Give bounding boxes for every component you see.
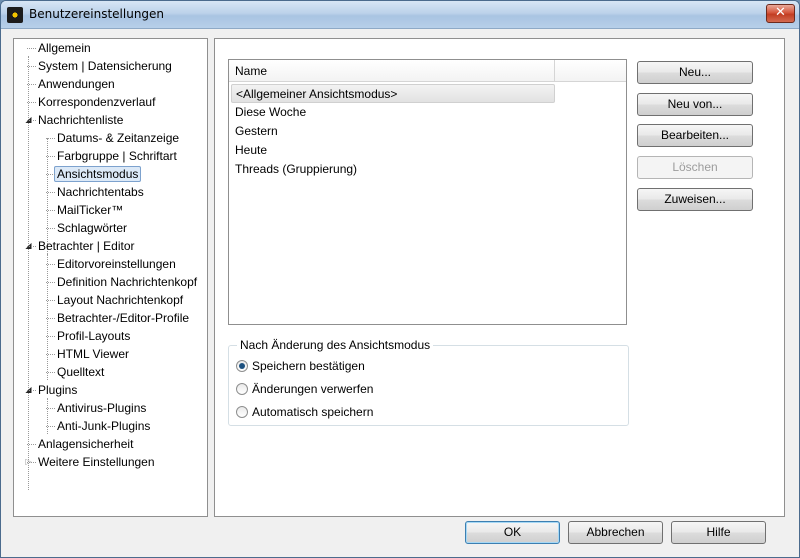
tree-item-label: Betrachter | Editor [38,239,135,253]
tree-line-betrachter [47,254,48,380]
tree-item-label: HTML Viewer [57,347,130,361]
view-mode-list[interactable]: Name <Allgemeiner Ansichtsmodus> Diese W… [228,59,627,325]
edit-button[interactable]: Bearbeiten... [637,124,753,147]
ok-button[interactable]: OK [465,521,560,544]
cancel-button[interactable]: Abbrechen [568,521,663,544]
tree-item-nachrichtentabs[interactable]: Nachrichtentabs [46,183,144,201]
radio-button[interactable] [236,406,248,418]
radio-label: Speichern bestätigen [252,359,365,373]
tree-item-mailticker[interactable]: MailTicker™ [45,201,124,219]
tree-item-system-datensicherung[interactable]: System | Datensicherung [27,57,172,75]
list-item[interactable]: Heute [231,141,555,160]
tree-item-profil-layouts[interactable]: Profil-Layouts [45,327,131,345]
help-button[interactable]: Hilfe [671,521,766,544]
tree-item-korrespondenzverlauf[interactable]: Korrespondenzverlauf [26,93,156,111]
tree-item-allgemein[interactable]: Allgemein [27,39,91,57]
tree-item-label: Plugins [38,383,78,397]
app-icon [7,7,23,23]
list-item[interactable]: <Allgemeiner Ansichtsmodus> [231,84,555,103]
tree-item-anlagensicherheit[interactable]: Anlagensicherheit [26,435,134,453]
tree-item-label: Schlagwörter [57,221,128,235]
new-button[interactable]: Neu... [637,61,753,84]
list-item[interactable]: Threads (Gruppierung) [231,160,555,179]
close-button[interactable]: ✕ [766,4,795,23]
settings-window: Benutzereinstellungen ✕ Allgemein System… [0,0,800,558]
tree-item-anwendungen[interactable]: Anwendungen [27,75,115,93]
delete-button[interactable]: Löschen [637,156,753,179]
list-item[interactable]: Diese Woche [231,103,555,122]
close-icon: ✕ [775,5,786,20]
new-from-button[interactable]: Neu von... [637,93,753,116]
title-bar[interactable]: Benutzereinstellungen ✕ [1,1,799,29]
group-label: Nach Änderung des Ansichtsmodus [237,338,434,352]
tree-item-label: System | Datensicherung [38,59,172,73]
window-title: Benutzereinstellungen [29,7,165,21]
tree-item-ansichtsmodus[interactable]: Ansichtsmodus [45,165,142,183]
column-header-name[interactable]: Name [229,60,555,82]
tree-item-plugins[interactable]: Plugins [26,381,78,399]
tree-item-label: Antivirus-Plugins [57,401,147,415]
tree-item-farbgruppe-schriftart[interactable]: Farbgruppe | Schriftart [46,147,177,165]
tree-item-label: Quelltext [57,365,105,379]
tree-item-label: Allgemein [38,41,91,55]
tree-item-nachrichtenliste[interactable]: Nachrichtenliste [26,111,124,129]
tree-item-editorvoreinstellungen[interactable]: Editorvoreinstellungen [46,255,176,273]
radio-button[interactable] [236,360,248,372]
tree-item-weitere-einstellungen[interactable]: Weitere Einstellungen [27,453,155,471]
tree-item-layout-nachrichtenkopf[interactable]: Layout Nachrichtenkopf [45,291,184,309]
radio-label: Änderungen verwerfen [252,382,374,396]
tree-item-label: Profil-Layouts [57,329,131,343]
assign-button[interactable]: Zuweisen... [637,188,753,211]
tree-item-label: Definition Nachrichtenkopf [57,275,198,289]
tree-item-label: Datums- & Zeitanzeige [57,131,180,145]
radio-button[interactable] [236,383,248,395]
tree-item-label: Farbgruppe | Schriftart [57,149,177,163]
tree-item-datums-zeitanzeige[interactable]: Datums- & Zeitanzeige [45,129,180,147]
tree-item-betrachter-editor[interactable]: Betrachter | Editor [27,237,135,255]
tree-item-label: Korrespondenzverlauf [38,95,156,109]
tree-item-betrachter-editor-profile[interactable]: Betrachter-/Editor-Profile [45,309,190,327]
list-item[interactable]: Gestern [231,122,555,141]
tree-item-anti-junk-plugins[interactable]: Anti-Junk-Plugins [45,417,151,435]
tree-item-label: MailTicker™ [57,203,124,217]
tree-line-plugins [47,398,48,434]
tree-item-label: Nachrichtentabs [57,185,144,199]
tree-item-label: Anti-Junk-Plugins [57,419,151,433]
tree-item-label: Weitere Einstellungen [38,455,155,469]
tree-item-label: Betrachter-/Editor-Profile [57,311,190,325]
settings-tree: Allgemein System | Datensicherung Anwend… [13,38,208,517]
radio-label: Automatisch speichern [252,405,374,419]
tree-item-label: Ansichtsmodus [54,166,142,182]
tree-item-quelltext[interactable]: Quelltext [45,363,105,381]
list-header: Name [229,60,626,82]
tree-item-definition-nachrichtenkopf[interactable]: Definition Nachrichtenkopf [45,273,198,291]
tree-item-label: Anwendungen [38,77,115,91]
tree-item-antivirus-plugins[interactable]: Antivirus-Plugins [45,399,147,417]
tree-item-label: Nachrichtenliste [38,113,124,127]
tree-item-label: Editorvoreinstellungen [57,257,176,271]
tree-item-html-viewer[interactable]: HTML Viewer [45,345,130,363]
tree-item-label: Anlagensicherheit [38,437,134,451]
tree-item-schlagwoerter[interactable]: Schlagwörter [45,219,128,237]
tree-item-label: Layout Nachrichtenkopf [57,293,184,307]
